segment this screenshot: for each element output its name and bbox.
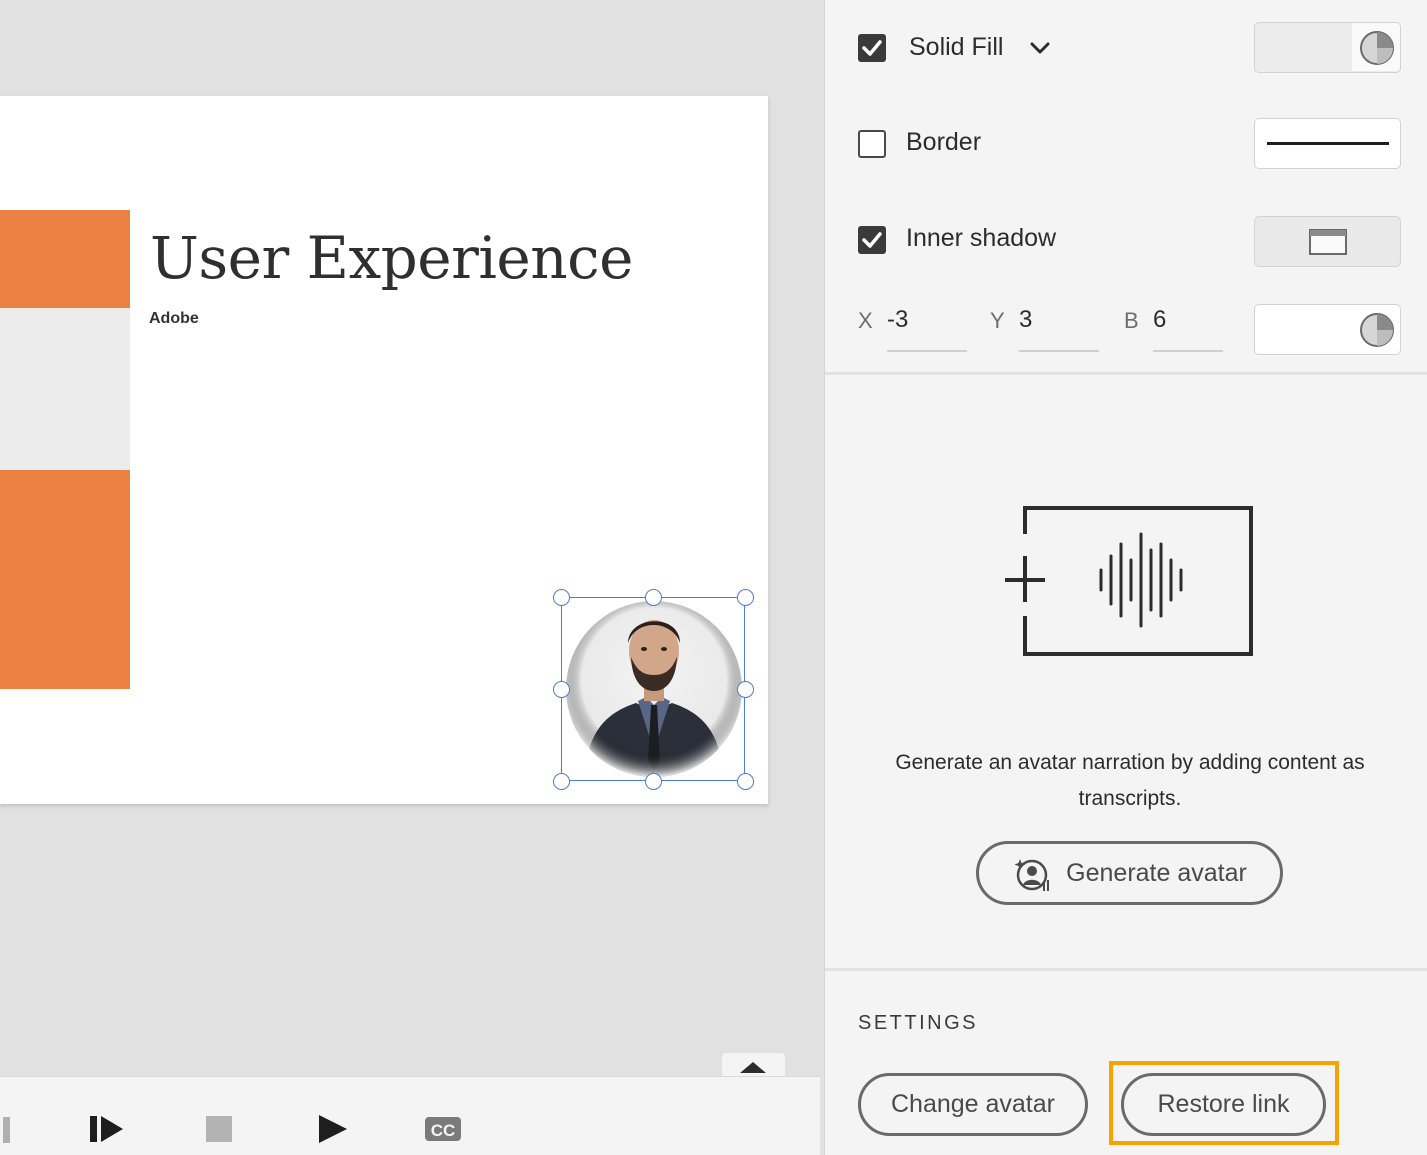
inner-shadow-checkbox[interactable]: [858, 226, 886, 254]
generate-avatar-icon: [1014, 859, 1050, 891]
resize-handle-right[interactable]: [737, 681, 754, 698]
play-button[interactable]: [316, 1113, 350, 1145]
resize-handle-top-right[interactable]: [737, 589, 754, 606]
shadow-blur-field[interactable]: 6: [1153, 306, 1166, 334]
checkmark-icon: [862, 40, 882, 56]
closed-captions-label: CC: [431, 1121, 456, 1140]
change-avatar-button[interactable]: Change avatar: [858, 1073, 1088, 1136]
shadow-y-field[interactable]: 3: [1019, 306, 1032, 334]
step-forward-icon: [90, 1116, 123, 1142]
color-picker-icon: [1360, 31, 1394, 65]
solid-fill-checkbox[interactable]: [858, 34, 886, 62]
resize-handle-bottom-left[interactable]: [553, 773, 570, 790]
grey-band: [0, 308, 130, 470]
resize-handle-top[interactable]: [645, 589, 662, 606]
avatar-narration-illustration: [1005, 506, 1253, 656]
orange-block-bottom[interactable]: [0, 470, 130, 689]
canvas-area: User Experience Adobe CC: [0, 0, 824, 1155]
shadow-x-underline: [887, 350, 967, 352]
section-divider: [825, 968, 1427, 971]
avatar-helper-text: Generate an avatar narration by adding c…: [895, 751, 1365, 810]
closed-captions-button[interactable]: CC: [424, 1113, 462, 1145]
shadow-x-field[interactable]: -3: [887, 306, 908, 334]
chevron-up-icon: [740, 1062, 766, 1073]
avatar-selection-frame[interactable]: [553, 589, 754, 790]
solid-fill-label: Solid Fill: [909, 33, 1004, 61]
stop-icon: [206, 1116, 232, 1142]
inner-shadow-icon: [1309, 229, 1347, 255]
properties-panel: Solid Fill Border Inner shadow X -3 Y 3 …: [824, 0, 1427, 1155]
orange-block-top[interactable]: [0, 210, 130, 308]
closed-captions-icon: CC: [425, 1117, 461, 1141]
generate-avatar-button[interactable]: Generate avatar: [976, 841, 1283, 905]
avatar-person-illustration: [566, 601, 742, 777]
step-forward-button[interactable]: [86, 1113, 126, 1145]
resize-handle-left[interactable]: [553, 681, 570, 698]
restore-link-label: Restore link: [1157, 1090, 1290, 1118]
resize-handle-bottom[interactable]: [645, 773, 662, 790]
generate-avatar-label: Generate avatar: [1066, 858, 1247, 887]
previous-icon: [3, 1117, 10, 1143]
change-avatar-label: Change avatar: [890, 1090, 1055, 1118]
resize-handle-bottom-right[interactable]: [737, 773, 754, 790]
shadow-color-swatch[interactable]: [1254, 304, 1401, 355]
section-divider: [825, 372, 1427, 375]
fill-color-swatch[interactable]: [1254, 22, 1401, 73]
shadow-x-label: X: [858, 308, 873, 333]
settings-title: SETTINGS: [858, 1012, 979, 1034]
border-label: Border: [906, 128, 982, 156]
avatar-image[interactable]: [566, 601, 742, 777]
color-picker-icon: [1360, 313, 1394, 347]
stop-button[interactable]: [204, 1113, 234, 1145]
line-style-icon: [1267, 142, 1389, 145]
shadow-type-selector[interactable]: [1254, 216, 1401, 267]
restore-link-button[interactable]: Restore link: [1121, 1073, 1326, 1136]
checkmark-icon: [862, 232, 882, 248]
shadow-y-label: Y: [990, 308, 1005, 333]
collapse-timeline-button[interactable]: [722, 1053, 785, 1077]
border-style-selector[interactable]: [1254, 118, 1401, 169]
slide-title[interactable]: User Experience: [150, 224, 633, 292]
resize-handle-top-left[interactable]: [553, 589, 570, 606]
play-icon: [319, 1115, 347, 1143]
chevron-down-icon: [1030, 42, 1050, 54]
inner-shadow-label: Inner shadow: [906, 224, 1057, 252]
shadow-y-underline: [1019, 350, 1099, 352]
solid-fill-dropdown[interactable]: [1028, 36, 1052, 60]
shadow-blur-underline: [1153, 350, 1223, 352]
shadow-blur-label: B: [1124, 308, 1139, 333]
previous-slide-button[interactable]: [0, 1113, 14, 1145]
border-checkbox[interactable]: [858, 130, 886, 158]
slide-subtitle[interactable]: Adobe: [149, 310, 199, 328]
